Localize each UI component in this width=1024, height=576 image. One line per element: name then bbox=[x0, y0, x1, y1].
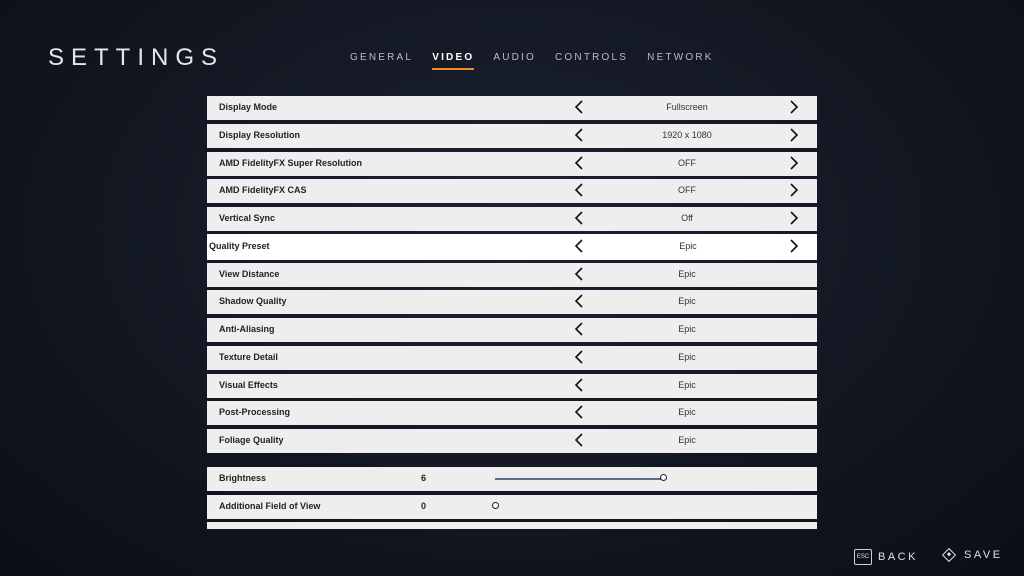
tab-general[interactable]: GENERAL bbox=[350, 52, 413, 70]
setting-value: OFF bbox=[678, 157, 696, 168]
setting-label: Display Mode bbox=[219, 102, 278, 112]
save-label: SAVE bbox=[964, 549, 1003, 561]
setting-row[interactable]: View Distance Epic bbox=[207, 262, 817, 287]
slider-knob[interactable] bbox=[660, 473, 667, 481]
chevron-left-icon[interactable] bbox=[574, 237, 584, 257]
chevron-right-icon[interactable] bbox=[789, 154, 799, 174]
setting-value: Epic bbox=[679, 240, 697, 251]
chevron-left-icon[interactable] bbox=[574, 126, 584, 146]
chevron-left-icon[interactable] bbox=[574, 292, 584, 312]
chevron-left-icon[interactable] bbox=[574, 348, 584, 368]
slider-row[interactable]: Brightness 6 bbox=[207, 466, 817, 491]
setting-row[interactable]: AMD FidelityFX CAS OFF bbox=[207, 179, 817, 204]
slider-label: Brightness bbox=[219, 472, 267, 483]
chevron-left-icon[interactable] bbox=[574, 265, 584, 285]
back-label: BACK bbox=[878, 551, 918, 563]
setting-label: Vertical Sync bbox=[219, 213, 276, 223]
setting-row[interactable]: Display Resolution 1920 x 1080 bbox=[207, 123, 817, 148]
setting-row[interactable]: Vertical Sync Off bbox=[207, 207, 817, 231]
setting-value: Epic bbox=[678, 351, 696, 362]
setting-label: Display Resolution bbox=[219, 129, 301, 140]
setting-label: Foliage Quality bbox=[219, 435, 284, 445]
settings-list[interactable]: Display Mode Fullscreen Display Resolution… bbox=[207, 96, 817, 529]
setting-label: Visual Effects bbox=[219, 379, 278, 390]
setting-label: Shadow Quality bbox=[219, 296, 287, 307]
setting-row[interactable]: Post-Processing Epic bbox=[207, 401, 817, 426]
slider-knob[interactable] bbox=[492, 501, 499, 509]
slider-value: 6 bbox=[421, 472, 427, 483]
setting-label: Texture Detail bbox=[219, 351, 278, 362]
setting-value: Epic bbox=[678, 324, 696, 334]
tab-network[interactable]: NETWORK bbox=[647, 52, 714, 70]
chevron-left-icon[interactable] bbox=[574, 181, 584, 201]
setting-value: Fullscreen bbox=[666, 102, 708, 112]
setting-value: 1920 x 1080 bbox=[662, 129, 712, 140]
chevron-left-icon[interactable] bbox=[574, 376, 584, 396]
setting-label: View Distance bbox=[219, 268, 280, 279]
setting-label: Quality Preset bbox=[209, 240, 270, 251]
page-title: SETTINGS bbox=[48, 44, 225, 71]
tab-video[interactable]: VIDEO bbox=[432, 52, 475, 70]
chevron-left-icon[interactable] bbox=[574, 320, 584, 340]
setting-label: Post-Processing bbox=[219, 407, 291, 418]
chevron-right-icon[interactable] bbox=[789, 181, 799, 201]
tab-audio[interactable]: AUDIO bbox=[493, 52, 536, 70]
setting-label: AMD FidelityFX Super Resolution bbox=[219, 157, 363, 168]
setting-row[interactable]: Display Mode Fullscreen bbox=[207, 96, 817, 120]
setting-row[interactable]: Foliage Quality Epic bbox=[207, 429, 817, 453]
setting-value: Off bbox=[681, 213, 693, 223]
setting-value: Epic bbox=[678, 435, 696, 445]
setting-value: OFF bbox=[678, 185, 696, 196]
chevron-left-icon[interactable] bbox=[574, 98, 584, 118]
save-button[interactable]: SAVE bbox=[941, 547, 1003, 563]
setting-value: Epic bbox=[678, 296, 696, 307]
slider-row[interactable]: Additional Field of View 0 bbox=[207, 494, 817, 519]
setting-value: Epic bbox=[678, 379, 696, 390]
back-button[interactable]: ESC BACK bbox=[854, 549, 918, 565]
slider-track[interactable] bbox=[495, 477, 663, 480]
chevron-left-icon[interactable] bbox=[574, 431, 584, 451]
chevron-right-icon[interactable] bbox=[789, 98, 799, 118]
setting-value: Epic bbox=[678, 268, 696, 279]
setting-row[interactable]: Anti-Aliasing Epic bbox=[207, 318, 817, 342]
chevron-left-icon[interactable] bbox=[574, 403, 584, 423]
setting-row[interactable]: AMD FidelityFX Super Resolution OFF bbox=[207, 151, 817, 176]
diamond-icon bbox=[941, 547, 957, 563]
setting-value: Epic bbox=[678, 407, 696, 418]
tab-bar: GENERAL VIDEO AUDIO CONTROLS NETWORK bbox=[350, 52, 733, 70]
setting-row[interactable]: Texture Detail Epic bbox=[207, 345, 817, 370]
setting-row[interactable]: Visual Effects Epic bbox=[207, 373, 817, 398]
setting-row[interactable]: Quality Preset Epic bbox=[207, 233, 817, 260]
setting-row[interactable]: Shadow Quality Epic bbox=[207, 290, 817, 315]
tab-controls[interactable]: CONTROLS bbox=[555, 52, 628, 70]
esc-key-icon: ESC bbox=[854, 549, 872, 565]
chevron-left-icon[interactable] bbox=[574, 209, 584, 229]
chevron-right-icon[interactable] bbox=[789, 209, 799, 229]
chevron-left-icon[interactable] bbox=[574, 154, 584, 174]
chevron-right-icon[interactable] bbox=[789, 126, 799, 146]
setting-label: AMD FidelityFX CAS bbox=[219, 185, 307, 196]
slider-label: Additional Field of View bbox=[219, 500, 321, 511]
setting-row[interactable] bbox=[207, 522, 817, 529]
setting-label: Anti-Aliasing bbox=[219, 324, 275, 334]
chevron-right-icon[interactable] bbox=[789, 237, 799, 257]
slider-value: 0 bbox=[421, 500, 427, 511]
